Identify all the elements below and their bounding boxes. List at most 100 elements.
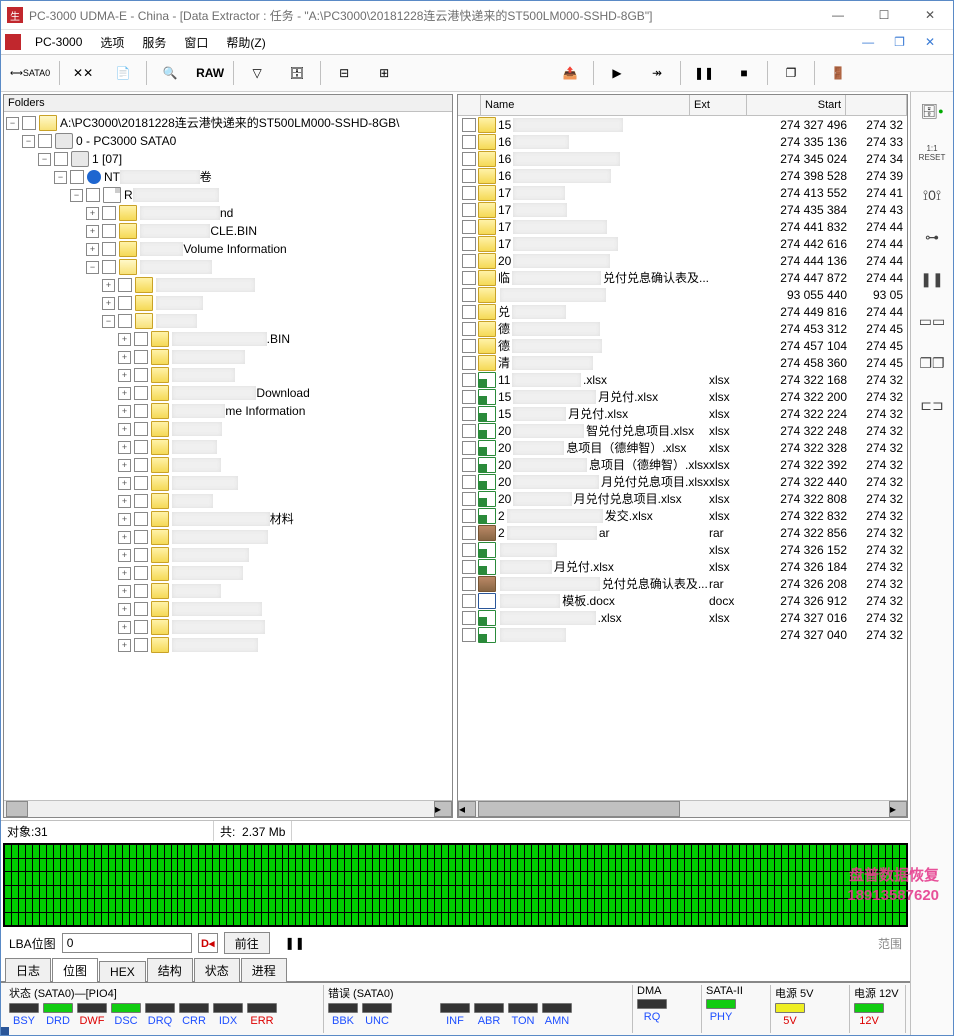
col-start[interactable]: Start (747, 95, 846, 115)
tree-scrollbar[interactable]: ▸ (4, 800, 452, 817)
list-item[interactable]: 17274 442 616274 44 (458, 235, 907, 252)
tree-row[interactable]: + (6, 618, 450, 636)
tree-row[interactable]: + (6, 636, 450, 654)
list-item[interactable]: 月兑付.xlsxxlsx274 326 184274 32 (458, 558, 907, 575)
list-item[interactable]: 20月兑付兑息项目.xlsxxlsx274 322 808274 32 (458, 490, 907, 507)
list-item[interactable]: xlsx274 326 152274 32 (458, 541, 907, 558)
stop-button[interactable]: ■ (725, 58, 763, 88)
col-ext[interactable]: Ext (690, 95, 747, 115)
menu-window[interactable]: 窗口 (176, 32, 216, 53)
menu-service[interactable]: 服务 (134, 32, 174, 53)
list-item[interactable]: 15月兑付.xlsxxlsx274 322 224274 32 (458, 405, 907, 422)
list-item[interactable]: 20月兑付兑息项目.xlsxxlsx274 322 440274 32 (458, 473, 907, 490)
col-start2[interactable] (846, 95, 907, 115)
list-item[interactable]: 清274 458 360274 45 (458, 354, 907, 371)
lba-go-button[interactable]: 前往 (224, 932, 270, 954)
side-stack-icon[interactable]: ❐❐ (919, 350, 945, 376)
tree-row[interactable]: +材料 (6, 510, 450, 528)
tree-row[interactable]: +Download (6, 384, 450, 402)
minimize-button[interactable]: — (815, 1, 861, 29)
tree-row[interactable]: +Volume Information (6, 240, 450, 258)
search-button[interactable]: 🔍 (151, 58, 189, 88)
list-header[interactable]: Name Ext Start (458, 95, 907, 116)
list-item[interactable]: 2arrar274 322 856274 32 (458, 524, 907, 541)
exit-button[interactable]: 🚪 (819, 58, 857, 88)
list-item[interactable]: 16274 335 136274 33 (458, 133, 907, 150)
tree-row[interactable]: −NT卷 (6, 168, 450, 186)
lba-input[interactable] (62, 933, 192, 953)
tree-row[interactable]: + (6, 438, 450, 456)
lba-pause-button[interactable]: ❚❚ (276, 928, 314, 958)
tree-expand-button[interactable]: ⊞ (365, 58, 403, 88)
list-scrollbar[interactable]: ◂▸ (458, 800, 907, 817)
tree-row[interactable]: +.BIN (6, 330, 450, 348)
side-reset-button[interactable]: 1:1RESET (919, 140, 945, 166)
col-name[interactable]: Name (481, 95, 690, 115)
copy-button[interactable]: ❐ (772, 58, 810, 88)
tools-button[interactable]: ✕✕ (64, 58, 102, 88)
raw-button[interactable]: RAW (191, 58, 229, 88)
menu-help[interactable]: 帮助(Z) (218, 32, 273, 53)
list-item[interactable]: 17274 413 552274 41 (458, 184, 907, 201)
list-item[interactable]: 93 055 44093 05 (458, 286, 907, 303)
list-item[interactable]: 16274 398 528274 39 (458, 167, 907, 184)
close-button[interactable]: ✕ (907, 1, 953, 29)
list-item[interactable]: 模板.docxdocx274 326 912274 32 (458, 592, 907, 609)
lba-bitmap[interactable] (3, 843, 908, 927)
tree-row[interactable]: + (6, 348, 450, 366)
list-item[interactable]: 17274 441 832274 44 (458, 218, 907, 235)
filter-button[interactable]: ▽ (238, 58, 276, 88)
list-item[interactable]: 20274 444 136274 44 (458, 252, 907, 269)
maximize-button[interactable]: ☐ (861, 1, 907, 29)
tab-hex[interactable]: HEX (99, 961, 146, 982)
list-item[interactable]: 20息项目（德绅智）.xlsxxlsx274 322 392274 32 (458, 456, 907, 473)
sata-port-button[interactable]: ⟷SATA0 (5, 58, 55, 88)
tree-row[interactable]: + (6, 546, 450, 564)
side-chip-icon[interactable]: ▭▭ (919, 308, 945, 334)
list-item[interactable]: 德274 453 312274 45 (458, 320, 907, 337)
tree-row[interactable]: + (6, 582, 450, 600)
tree-row[interactable]: −A:\PC3000\20181228连云港快递来的ST500LM000-SSH… (6, 114, 450, 132)
tab-process[interactable]: 进程 (241, 958, 287, 982)
tab-bitmap[interactable]: 位图 (52, 958, 98, 982)
export-button[interactable]: 📤 (551, 58, 589, 88)
list-item[interactable]: 15274 327 496274 32 (458, 116, 907, 133)
list-item[interactable]: 兑付兑息确认表及...rar274 326 208274 32 (458, 575, 907, 592)
list-item[interactable]: 11.xlsxxlsx274 322 168274 32 (458, 371, 907, 388)
list-item[interactable]: 16274 345 024274 34 (458, 150, 907, 167)
side-marker-icon[interactable]: ⟟0⟟ (919, 182, 945, 208)
side-disk-icon[interactable]: 🗄● (919, 98, 945, 124)
tree-row[interactable]: + (6, 564, 450, 582)
tree-collapse-button[interactable]: ⊟ (325, 58, 363, 88)
tree-row[interactable]: + (6, 528, 450, 546)
tab-log[interactable]: 日志 (5, 958, 51, 982)
tree-row[interactable]: + (6, 456, 450, 474)
tree-row[interactable]: + (6, 474, 450, 492)
mdi-close-icon[interactable]: ✕ (917, 33, 943, 51)
report-button[interactable]: 📄 (104, 58, 142, 88)
list-item[interactable]: 15月兑付.xlsxxlsx274 322 200274 32 (458, 388, 907, 405)
folder-tree[interactable]: −A:\PC3000\20181228连云港快递来的ST500LM000-SSH… (4, 112, 452, 800)
tree-row[interactable]: +nd (6, 204, 450, 222)
side-probe-icon[interactable]: ⊶ (919, 224, 945, 250)
menu-app[interactable]: PC-3000 (27, 33, 90, 51)
mdi-restore-icon[interactable]: ❐ (886, 33, 913, 51)
list-item[interactable]: .xlsxxlsx274 327 016274 32 (458, 609, 907, 626)
tree-row[interactable]: −0 - PC3000 SATA0 (6, 132, 450, 150)
list-item[interactable]: 274 327 040274 32 (458, 626, 907, 643)
list-item[interactable]: 德274 457 104274 45 (458, 337, 907, 354)
tab-state[interactable]: 状态 (194, 958, 240, 982)
tree-row[interactable]: + (6, 294, 450, 312)
list-item[interactable]: 临兑付兑息确认表及...274 447 872274 44 (458, 269, 907, 286)
tree-row[interactable]: +CLE.BIN (6, 222, 450, 240)
tree-row[interactable]: + (6, 366, 450, 384)
play-button[interactable]: ▶ (598, 58, 636, 88)
tab-struct[interactable]: 结构 (147, 958, 193, 982)
tree-row[interactable]: + (6, 600, 450, 618)
menu-options[interactable]: 选项 (92, 32, 132, 53)
tree-row[interactable]: + (6, 420, 450, 438)
list-item[interactable]: 20息项目（德绅智）.xlsxxlsx274 322 328274 32 (458, 439, 907, 456)
file-list[interactable]: 15274 327 496274 3216274 335 136274 3316… (458, 116, 907, 800)
list-item[interactable]: 17274 435 384274 43 (458, 201, 907, 218)
tree-row[interactable]: − (6, 312, 450, 330)
